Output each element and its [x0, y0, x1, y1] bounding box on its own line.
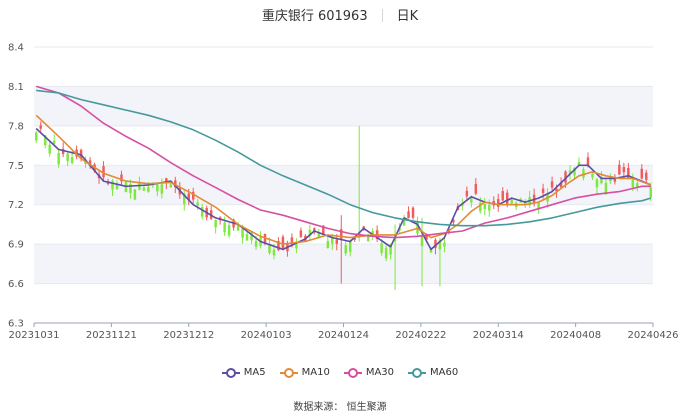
x-tick-label: 20240314 — [473, 330, 524, 341]
candle-body — [591, 173, 594, 178]
candle-body — [384, 247, 388, 259]
plot-band — [34, 244, 653, 284]
legend-swatch — [221, 367, 240, 378]
candle-body — [380, 243, 383, 254]
candle-body — [622, 166, 626, 173]
plot-band — [34, 86, 653, 126]
candle-body — [344, 245, 347, 254]
y-tick-label: 6.3 — [8, 319, 24, 330]
candle-body — [48, 144, 51, 154]
candle-body — [640, 168, 644, 179]
candle-body — [169, 184, 173, 188]
x-tick-label: 20231212 — [163, 330, 214, 341]
candle-body — [465, 190, 469, 197]
data-source: 数据来源： 恒生聚源 — [293, 402, 387, 413]
candle-body — [124, 182, 128, 193]
y-tick-label: 7.8 — [8, 121, 24, 132]
y-tick-label: 7.2 — [8, 200, 24, 211]
candle-body — [497, 199, 500, 207]
candlestick-chart: 8.4 8.1 7.8 7.5 7.2 6.9 6.6 6.3 20231031 2023112… — [8, 43, 679, 342]
candle-body — [196, 202, 199, 206]
candle-body — [142, 187, 146, 191]
candle-body — [649, 187, 652, 198]
x-tick-label: 20240222 — [395, 330, 446, 341]
legend-item-ma10[interactable]: MA10 — [279, 367, 330, 378]
legend-swatch — [279, 367, 298, 378]
candle-body — [111, 180, 114, 190]
candle-body — [156, 184, 159, 192]
candle-body — [443, 242, 446, 247]
candle-body — [420, 236, 424, 247]
legend: MA5 MA10 MA30 MA60 — [0, 367, 680, 378]
x-tick-label: 20240426 — [628, 330, 679, 341]
candle-body — [200, 207, 204, 217]
legend-item-ma5[interactable]: MA5 — [221, 367, 266, 378]
x-tick-label: 20231031 — [9, 330, 60, 341]
candle-body — [586, 157, 590, 166]
candle-body — [245, 234, 249, 241]
candle-body — [627, 167, 630, 180]
candle-body — [618, 164, 621, 175]
candle-body — [550, 181, 554, 188]
y-tick-label: 7.5 — [8, 161, 24, 172]
x-tick-label: 20240124 — [318, 330, 369, 341]
candle-body — [541, 188, 545, 193]
candle-body — [488, 204, 491, 211]
y-tick-label: 8.4 — [8, 43, 24, 54]
y-axis: 8.4 8.1 7.8 7.5 7.2 6.9 6.6 6.3 — [8, 43, 24, 330]
y-tick-label: 6.6 — [8, 279, 24, 290]
candle-body — [39, 125, 42, 129]
candle-body — [483, 204, 487, 209]
candle-body — [70, 157, 74, 163]
candle-body — [474, 183, 478, 194]
candle-body — [133, 189, 137, 200]
candle-body — [407, 211, 410, 218]
legend-item-ma60[interactable]: MA60 — [408, 367, 458, 378]
legend-label: MA10 — [301, 367, 330, 378]
x-tick-label: 20240408 — [550, 330, 601, 341]
candle-body — [35, 132, 38, 141]
candle-body — [326, 241, 330, 248]
legend-swatch — [408, 367, 427, 378]
candle-body — [631, 179, 635, 188]
candle-body — [147, 187, 150, 192]
candle-body — [505, 192, 509, 205]
candle-body — [510, 199, 513, 204]
candle-body — [299, 230, 303, 238]
candle-body — [411, 207, 415, 218]
candle-body — [272, 249, 276, 256]
candle-body — [645, 172, 648, 180]
candle-body — [227, 225, 231, 236]
candle-body — [595, 179, 599, 188]
y-tick-label: 8.1 — [8, 82, 24, 93]
candle-body — [281, 236, 285, 249]
x-tick-label: 20231121 — [86, 330, 137, 341]
legend-item-ma30[interactable]: MA30 — [343, 367, 395, 378]
legend-label: MA30 — [365, 367, 395, 378]
candle-body — [335, 239, 339, 244]
candle-body — [295, 244, 298, 249]
candle-body — [102, 166, 105, 178]
candle-body — [254, 240, 258, 247]
candle-body — [214, 219, 217, 228]
candle-body — [160, 184, 164, 194]
x-axis: 20231031 20231121 20231212 20240103 20240124… — [9, 322, 679, 341]
legend-swatch — [343, 367, 362, 378]
candle-body — [57, 152, 60, 165]
x-tick-label: 20240103 — [241, 330, 292, 341]
candle-body — [501, 191, 504, 201]
candle-body — [331, 238, 334, 244]
y-tick-label: 6.9 — [8, 240, 24, 251]
candle-body — [241, 228, 244, 238]
candle-body — [66, 153, 69, 162]
candle-body — [470, 198, 473, 203]
candle-body — [223, 222, 226, 232]
candle-body — [52, 140, 56, 144]
legend-label: MA60 — [430, 367, 459, 378]
legend-label: MA5 — [243, 367, 266, 378]
